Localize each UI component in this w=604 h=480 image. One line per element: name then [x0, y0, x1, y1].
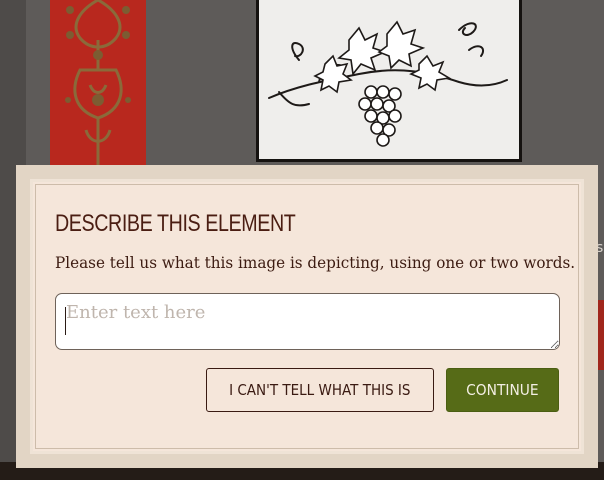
continue-button[interactable]: CONTINUE	[446, 368, 559, 412]
continue-button-label: CONTINUE	[466, 381, 539, 399]
vine-image-frame	[256, 0, 522, 162]
ornament-icon	[50, 0, 146, 166]
text-caret	[65, 307, 66, 335]
dialog-prompt: Please tell us what this image is depict…	[55, 253, 576, 272]
dialog-title: DESCRIBE THIS ELEMENT	[55, 210, 296, 237]
cant-tell-button[interactable]: I CAN'T TELL WHAT THIS IS	[206, 368, 434, 412]
describe-element-dialog: DESCRIBE THIS ELEMENT Please tell us wha…	[16, 165, 598, 468]
grape-vine-illustration-icon	[268, 20, 508, 147]
description-input[interactable]	[55, 293, 560, 350]
ornament-panel-image	[50, 0, 146, 166]
cant-tell-button-label: I CAN'T TELL WHAT THIS IS	[229, 381, 411, 399]
dialog-frame: DESCRIBE THIS ELEMENT Please tell us wha…	[30, 179, 584, 454]
